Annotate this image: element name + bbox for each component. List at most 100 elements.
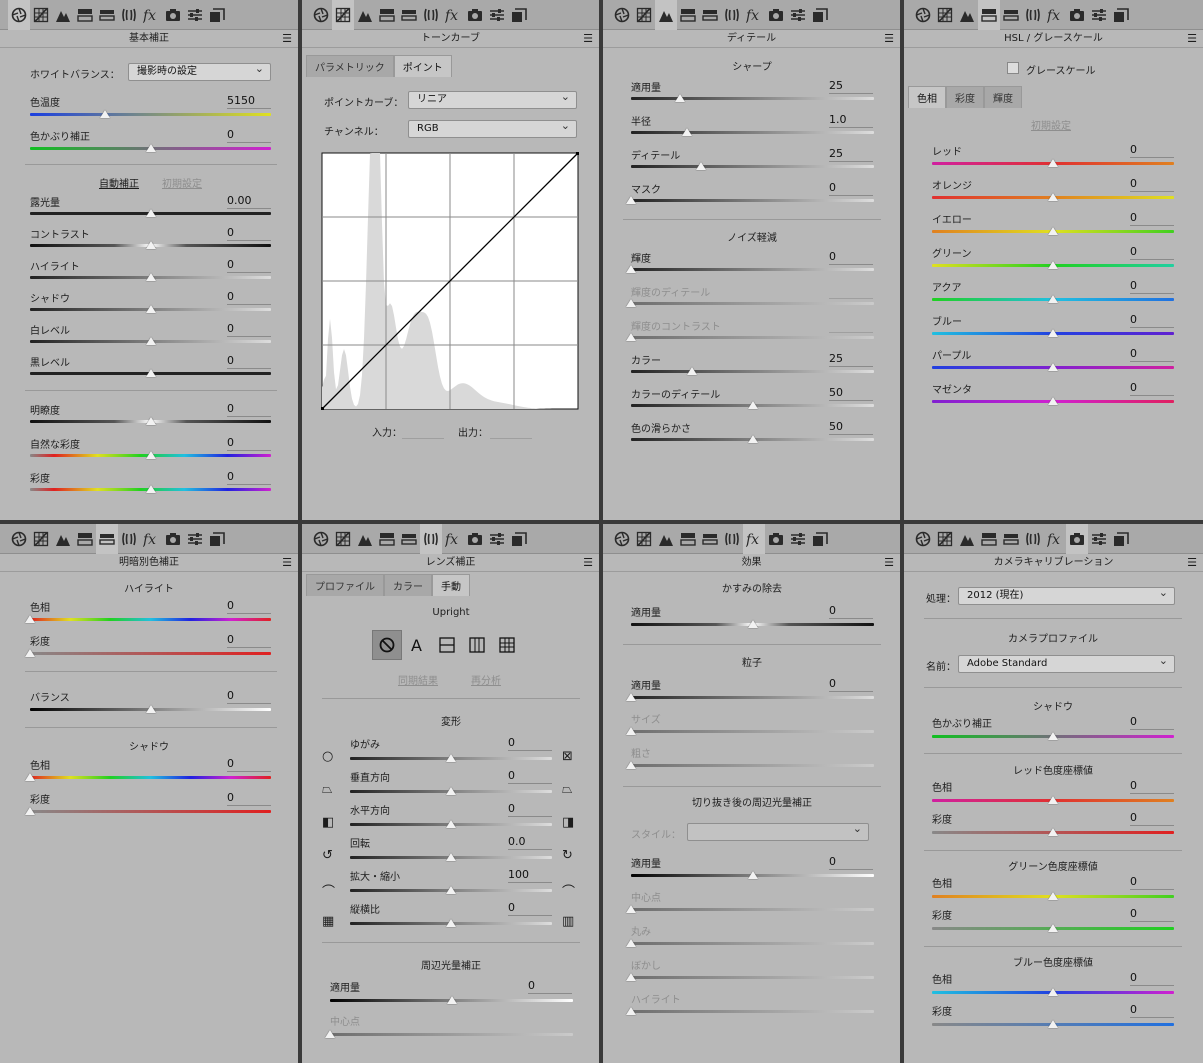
slider-track[interactable] (631, 976, 874, 979)
upright-auto-icon[interactable]: A (402, 630, 432, 660)
detail-icon[interactable] (52, 524, 74, 554)
curve-graph[interactable] (321, 152, 579, 410)
slider-value-field[interactable]: 0 (227, 354, 271, 369)
hsl-default-button[interactable]: 初期設定 (1031, 117, 1071, 132)
slider-track[interactable] (631, 1010, 874, 1013)
fx-icon[interactable]: fx (1044, 524, 1066, 554)
slider-thumb[interactable] (446, 820, 456, 828)
slider-thumb[interactable] (674, 94, 685, 102)
detail-icon[interactable] (956, 0, 978, 30)
slider-value-field[interactable]: 0 (829, 250, 873, 265)
profile-select[interactable]: Adobe Standard (958, 653, 1175, 673)
slider-thumb[interactable] (1048, 261, 1058, 269)
split-toning-icon[interactable] (398, 524, 420, 554)
basic-icon[interactable] (611, 524, 633, 554)
presets-icon[interactable] (184, 0, 206, 30)
slider-thumb[interactable] (446, 886, 456, 894)
tab-lens-1[interactable]: カラー (384, 574, 432, 596)
hsl-icon[interactable] (677, 524, 699, 554)
hsl-icon[interactable] (978, 524, 1000, 554)
slider-value-field[interactable]: 0 (1130, 907, 1174, 922)
slider-thumb[interactable] (747, 871, 758, 879)
tone-curve-icon[interactable] (332, 524, 354, 554)
presets-icon[interactable] (787, 0, 809, 30)
slider-value-field[interactable]: 0 (1130, 381, 1174, 396)
sync-results-button[interactable]: 同期結果 (398, 672, 438, 687)
slider-thumb[interactable] (1048, 732, 1058, 740)
lens-icon[interactable] (420, 0, 442, 30)
slider-value-field[interactable]: 0 (829, 855, 873, 870)
tone-curve-icon[interactable] (633, 524, 655, 554)
snapshots-icon[interactable] (1110, 524, 1132, 554)
detail-icon[interactable] (956, 524, 978, 554)
slider-thumb[interactable] (626, 693, 636, 701)
split-toning-icon[interactable] (1000, 524, 1022, 554)
tab-lens-2[interactable]: 手動 (432, 574, 470, 596)
fx-icon[interactable]: fx (442, 524, 464, 554)
tone-curve-icon[interactable] (332, 0, 354, 30)
presets-icon[interactable] (486, 524, 508, 554)
tab-hsl-1[interactable]: 彩度 (946, 86, 984, 108)
snapshots-icon[interactable] (809, 0, 831, 30)
slider-thumb[interactable] (626, 939, 636, 947)
tone-curve-icon[interactable] (30, 524, 52, 554)
slider-thumb[interactable] (1048, 988, 1058, 996)
tab-hsl-0[interactable]: 色相 (908, 86, 946, 108)
slider-thumb[interactable] (626, 761, 636, 769)
slider-value-field[interactable]: 0 (227, 322, 271, 337)
slider-thumb[interactable] (25, 773, 35, 781)
snapshots-icon[interactable] (508, 0, 530, 30)
slider-value-field[interactable]: 0 (1130, 211, 1174, 226)
slider-value-field[interactable]: 0 (829, 677, 873, 692)
lens-icon[interactable] (118, 524, 140, 554)
slider-thumb[interactable] (25, 615, 35, 623)
slider-thumb[interactable] (1048, 193, 1058, 201)
slider-value-field[interactable]: 0 (1130, 715, 1174, 730)
camera-icon[interactable] (464, 0, 486, 30)
slider-value-field[interactable]: 0 (227, 791, 271, 806)
channel-select[interactable]: RGB (408, 118, 577, 138)
camera-icon[interactable] (765, 0, 787, 30)
slider-thumb[interactable] (626, 265, 636, 273)
detail-icon[interactable] (52, 0, 74, 30)
slider-track[interactable] (631, 268, 874, 271)
tone-curve-icon[interactable] (30, 0, 52, 30)
presets-icon[interactable] (184, 524, 206, 554)
slider-value-field[interactable]: 0 (1130, 1003, 1174, 1018)
upright-off-icon[interactable] (372, 630, 402, 660)
slider-thumb[interactable] (145, 451, 156, 459)
slider-value-field[interactable]: 0 (1130, 245, 1174, 260)
slider-value-field[interactable]: 0 (1130, 279, 1174, 294)
slider-value-field[interactable]: 0 (508, 802, 552, 817)
split-toning-icon[interactable] (699, 0, 721, 30)
slider-value-field[interactable]: 25 (829, 147, 873, 162)
camera-icon[interactable] (765, 524, 787, 554)
slider-thumb[interactable] (446, 919, 456, 927)
grayscale-checkbox[interactable] (1007, 62, 1019, 74)
slider-thumb[interactable] (446, 787, 456, 795)
slider-value-field[interactable]: 25 (829, 352, 873, 367)
input-value-field[interactable] (402, 424, 444, 439)
upright-level-icon[interactable] (432, 630, 462, 660)
panel-menu-icon[interactable]: ☰ (884, 30, 894, 48)
slider-value-field[interactable]: 0 (1130, 177, 1174, 192)
hsl-icon[interactable] (74, 0, 96, 30)
basic-icon[interactable] (310, 524, 332, 554)
slider-thumb[interactable] (145, 337, 156, 345)
basic-icon[interactable] (8, 0, 30, 30)
slider-thumb[interactable] (446, 754, 456, 762)
basic-icon[interactable] (310, 0, 332, 30)
slider-value-field[interactable]: 5150 (227, 94, 271, 109)
slider-track[interactable] (631, 199, 874, 202)
white-balance-select[interactable]: 撮影時の設定 (128, 61, 271, 81)
slider-value-field[interactable]: 0 (227, 599, 271, 614)
slider-thumb[interactable] (446, 853, 456, 861)
slider-value-field[interactable]: 0 (227, 436, 271, 451)
slider-thumb[interactable] (626, 727, 636, 735)
slider-value-field[interactable]: 0 (508, 769, 552, 784)
slider-value-field[interactable]: 25 (829, 79, 873, 94)
detail-icon[interactable] (354, 524, 376, 554)
slider-thumb[interactable] (1048, 828, 1058, 836)
presets-icon[interactable] (486, 0, 508, 30)
camera-icon[interactable] (162, 0, 184, 30)
